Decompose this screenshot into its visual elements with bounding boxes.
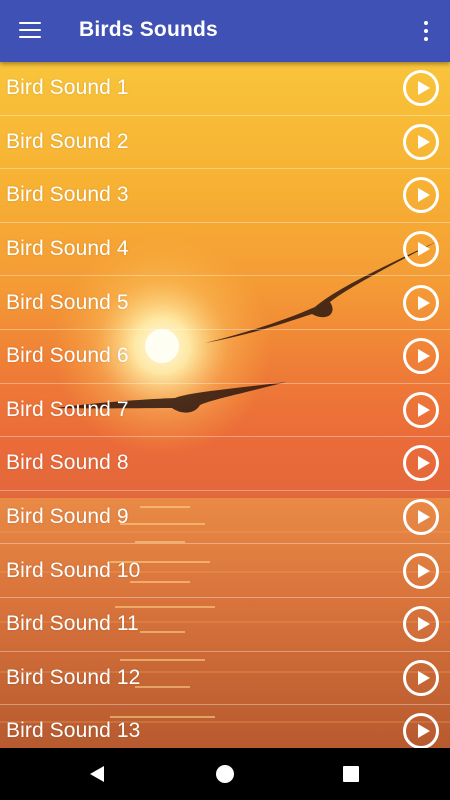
back-triangle-icon[interactable] — [90, 766, 104, 782]
more-vert-icon[interactable] — [415, 19, 437, 43]
list-item[interactable]: Bird Sound 4 — [0, 223, 450, 277]
system-navigation-bar — [0, 748, 450, 800]
play-circle-icon[interactable] — [403, 231, 439, 268]
play-circle-icon[interactable] — [403, 713, 439, 748]
list-item[interactable]: Bird Sound 13 — [0, 705, 450, 748]
play-circle-icon[interactable] — [403, 284, 439, 321]
list-item-label: Bird Sound 7 — [6, 397, 129, 421]
list-item-label: Bird Sound 10 — [6, 558, 141, 582]
list-item-label: Bird Sound 1 — [6, 76, 129, 100]
list-item[interactable]: Bird Sound 2 — [0, 116, 450, 170]
play-circle-icon[interactable] — [403, 391, 439, 428]
list-item[interactable]: Bird Sound 5 — [0, 276, 450, 330]
list-item-label: Bird Sound 8 — [6, 451, 129, 475]
list-item-label: Bird Sound 9 — [6, 505, 129, 529]
play-circle-icon[interactable] — [403, 606, 439, 643]
list-item[interactable]: Bird Sound 9 — [0, 491, 450, 545]
play-circle-icon[interactable] — [403, 552, 439, 589]
list-item-label: Bird Sound 12 — [6, 665, 141, 689]
list-item-label: Bird Sound 3 — [6, 183, 129, 207]
sound-list-container[interactable]: Bird Sound 1 Bird Sound 2 Bird Sound 3 B… — [0, 62, 450, 748]
play-circle-icon[interactable] — [403, 123, 439, 160]
play-circle-icon[interactable] — [403, 659, 439, 696]
sound-list: Bird Sound 1 Bird Sound 2 Bird Sound 3 B… — [0, 62, 450, 748]
list-item-label: Bird Sound 11 — [6, 612, 139, 636]
app-bar: Birds Sounds — [0, 0, 450, 62]
list-item[interactable]: Bird Sound 1 — [0, 62, 450, 116]
list-item[interactable]: Bird Sound 12 — [0, 652, 450, 706]
list-item[interactable]: Bird Sound 3 — [0, 169, 450, 223]
list-item[interactable]: Bird Sound 7 — [0, 384, 450, 438]
list-item-label: Bird Sound 2 — [6, 129, 129, 153]
play-circle-icon[interactable] — [403, 445, 439, 482]
list-item[interactable]: Bird Sound 8 — [0, 437, 450, 491]
play-circle-icon[interactable] — [403, 70, 439, 107]
hamburger-menu-icon[interactable] — [19, 21, 41, 39]
play-circle-icon[interactable] — [403, 177, 439, 214]
recents-square-icon[interactable] — [343, 766, 359, 782]
list-item-label: Bird Sound 6 — [6, 344, 129, 368]
app-title: Birds Sounds — [79, 18, 218, 41]
home-circle-icon[interactable] — [216, 765, 234, 783]
list-item-label: Bird Sound 5 — [6, 290, 129, 314]
list-item-label: Bird Sound 13 — [6, 719, 141, 743]
play-circle-icon[interactable] — [403, 499, 439, 536]
play-circle-icon[interactable] — [403, 338, 439, 375]
list-item-label: Bird Sound 4 — [6, 237, 129, 261]
list-item[interactable]: Bird Sound 11 — [0, 598, 450, 652]
list-item[interactable]: Bird Sound 10 — [0, 544, 450, 598]
list-item[interactable]: Bird Sound 6 — [0, 330, 450, 384]
